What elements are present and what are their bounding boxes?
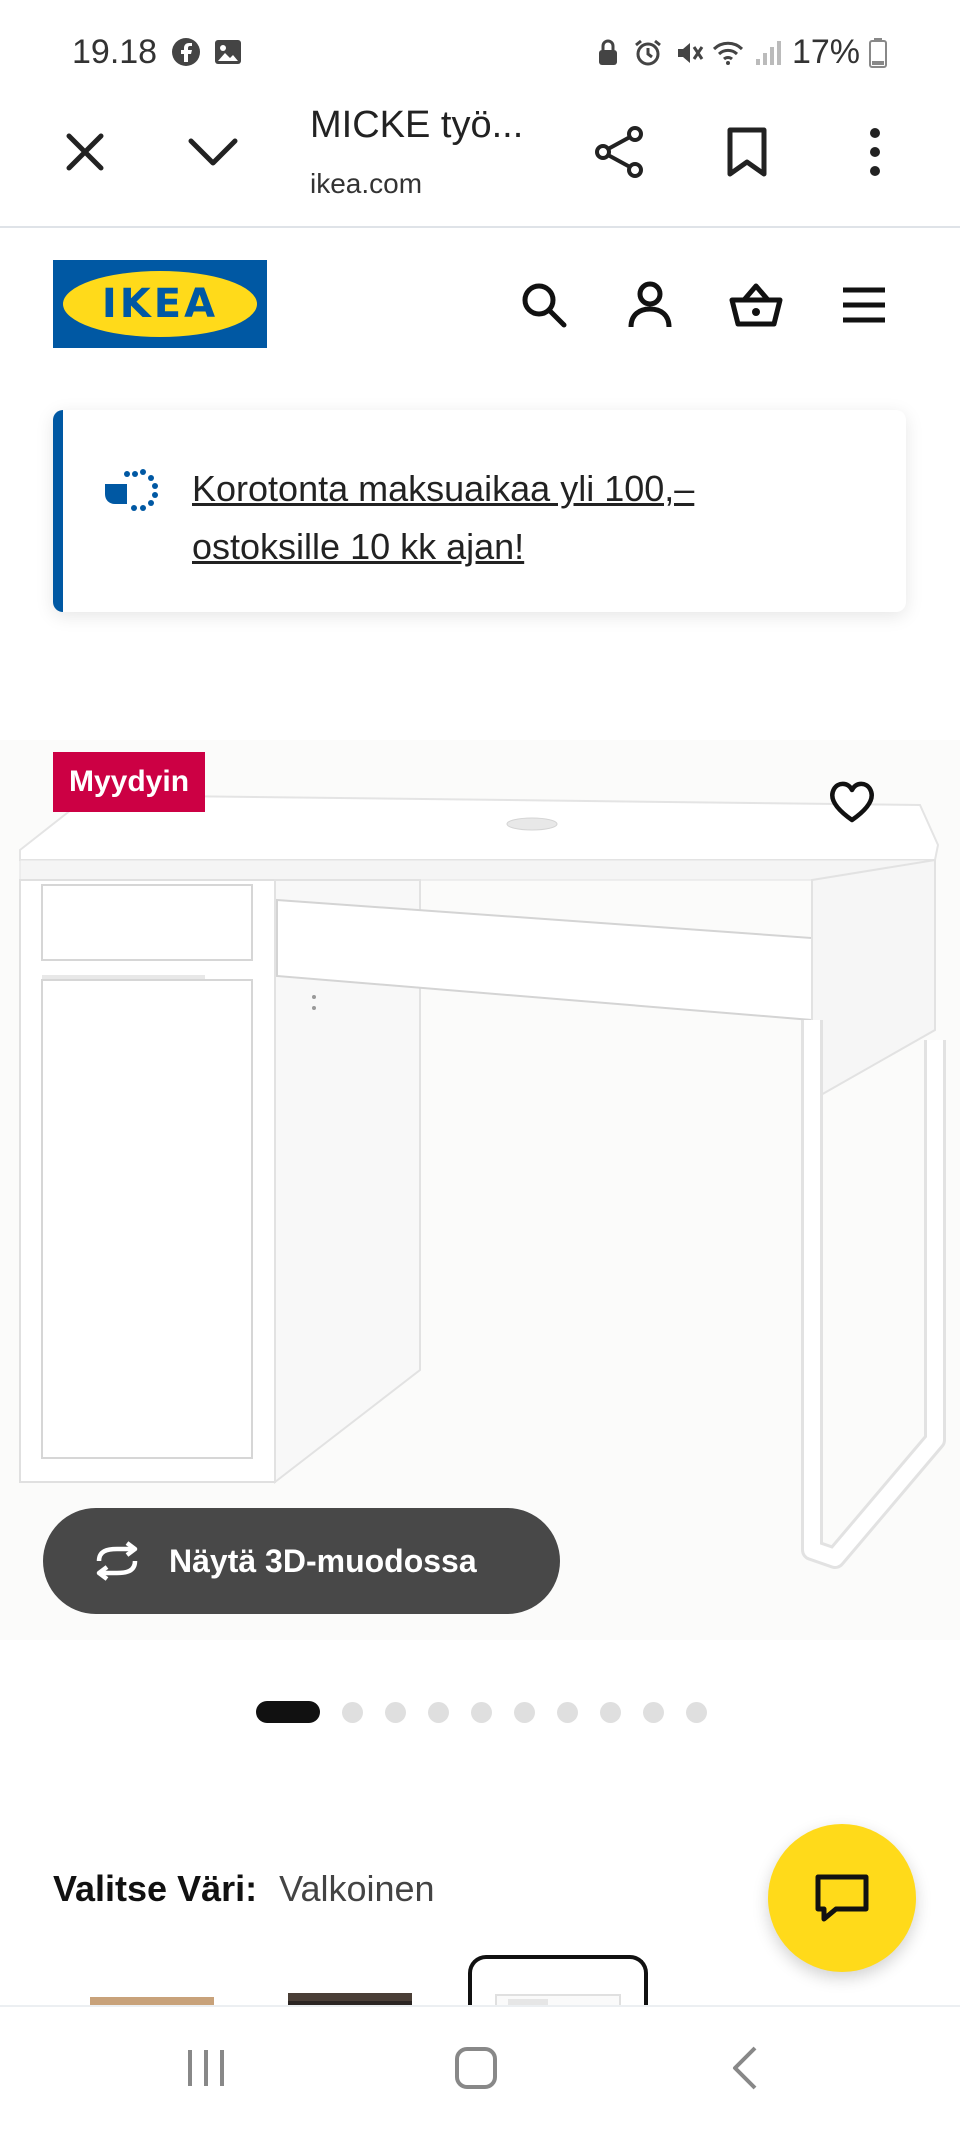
page-url[interactable]: ikea.com	[310, 168, 422, 200]
color-label: Valitse Väri:	[53, 1868, 258, 1909]
carousel-dot[interactable]	[342, 1701, 363, 1723]
logo-text: IKEA	[101, 281, 219, 327]
carousel-dot[interactable]	[686, 1701, 707, 1723]
ikea-logo[interactable]: IKEA	[53, 260, 267, 348]
view-3d-label: Näytä 3D-muodossa	[169, 1542, 477, 1579]
favorite-button[interactable]	[822, 772, 882, 832]
heart-icon	[830, 781, 874, 823]
carousel-dot[interactable]	[471, 1701, 492, 1723]
status-time: 19.18	[72, 33, 158, 71]
basket-icon[interactable]	[726, 275, 786, 335]
carousel-dot[interactable]	[385, 1701, 406, 1723]
product-image[interactable]	[0, 740, 960, 1640]
recent-apps-icon[interactable]	[176, 2038, 236, 2098]
search-icon[interactable]	[514, 275, 574, 335]
bookmark-icon[interactable]	[712, 117, 782, 187]
promo-banner[interactable]: Korotonta maksuaikaa yli 100,– ostoksill…	[53, 410, 906, 612]
home-icon[interactable]	[446, 2038, 506, 2098]
chat-button[interactable]	[768, 1824, 916, 1972]
carousel-dot-active[interactable]	[256, 1701, 320, 1723]
share-icon[interactable]	[584, 117, 654, 187]
status-bar: 19.18 17%	[0, 0, 960, 100]
carousel-dot[interactable]	[600, 1701, 621, 1723]
image-icon	[215, 40, 241, 64]
battery-percent: 17%	[791, 33, 860, 71]
close-icon[interactable]	[50, 117, 120, 187]
battery-icon	[869, 37, 887, 68]
wifi-icon	[712, 41, 743, 65]
more-vert-icon[interactable]	[840, 117, 910, 187]
desk-image	[19, 793, 946, 1569]
page-title: MICKE työ...	[310, 104, 524, 146]
carousel-dot[interactable]	[428, 1701, 449, 1723]
color-select: Valitse Väri: Valkoinen	[53, 1868, 435, 1910]
mute-icon	[677, 42, 704, 63]
facebook-icon	[172, 38, 200, 66]
carousel-dot[interactable]	[557, 1701, 578, 1723]
signal-icon	[755, 40, 781, 65]
menu-icon[interactable]	[834, 275, 894, 335]
alarm-icon	[635, 39, 661, 65]
view-3d-button[interactable]: Näytä 3D-muodossa	[43, 1508, 560, 1614]
promo-accent-bar	[53, 410, 63, 612]
rotate-3d-icon	[96, 1541, 138, 1581]
promo-link[interactable]: Korotonta maksuaikaa yli 100,– ostoksill…	[192, 460, 842, 576]
carousel-dots[interactable]	[256, 1700, 707, 1724]
lock-icon	[598, 39, 617, 65]
bestseller-badge: Myydyin	[53, 752, 206, 812]
chevron-down-icon[interactable]	[178, 117, 248, 187]
carousel-dot[interactable]	[514, 1701, 535, 1723]
chat-icon	[815, 1874, 869, 1922]
back-icon[interactable]	[714, 2038, 774, 2098]
color-value: Valkoinen	[279, 1868, 435, 1909]
account-icon[interactable]	[620, 275, 680, 335]
carousel-dot[interactable]	[643, 1701, 664, 1723]
payment-icon	[105, 469, 158, 511]
